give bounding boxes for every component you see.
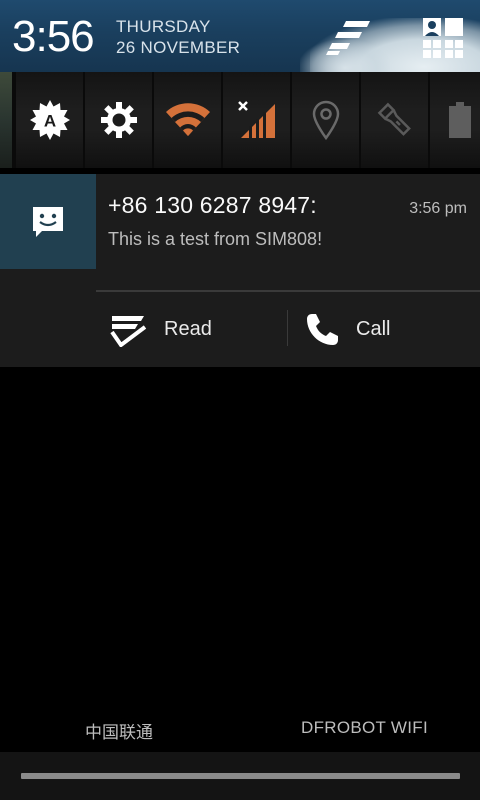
qs-tile-location[interactable] — [292, 72, 359, 168]
notification-settings-button[interactable] — [326, 18, 372, 58]
notification-message: This is a test from SIM808! — [108, 229, 323, 249]
qs-tile-mobile-data[interactable] — [223, 72, 290, 168]
carrier-label: 中国联通 — [85, 723, 153, 742]
sms-notification[interactable]: +86 130 6287 8947: 3:56 pm This is a tes… — [0, 174, 480, 367]
settings-gear-icon — [100, 102, 137, 138]
call-button-label: Call — [356, 318, 391, 340]
read-button[interactable]: Read — [108, 292, 288, 367]
message-bubble-icon — [33, 206, 63, 237]
phone-icon — [307, 313, 338, 345]
svg-text:A: A — [43, 112, 55, 131]
notification-settings-icon — [326, 21, 370, 55]
notification-shade: 3:56 THURSDAY 26 NOVEMBER A +86 130 6287… — [0, 0, 480, 800]
call-button[interactable]: Call — [304, 292, 474, 367]
read-button-label: Read — [164, 318, 212, 340]
mobile-signal-icon — [237, 101, 275, 138]
notification-app-icon — [0, 174, 96, 269]
action-divider — [287, 310, 288, 346]
shade-drag-handle[interactable] — [21, 773, 460, 779]
qs-tile-settings[interactable] — [85, 72, 152, 168]
quick-settings-row: A — [0, 72, 480, 168]
qs-tile-wifi[interactable] — [154, 72, 221, 168]
notification-sender: +86 130 6287 8947: — [108, 192, 317, 218]
qs-tile-battery[interactable] — [430, 72, 480, 168]
qs-tile-flashlight[interactable] — [361, 72, 428, 168]
day-label: THURSDAY — [116, 17, 211, 36]
quick-settings-edge — [0, 72, 12, 168]
read-icon — [110, 315, 147, 347]
date-label: 26 NOVEMBER — [116, 38, 241, 57]
shade-header: 3:56 THURSDAY 26 NOVEMBER — [0, 0, 480, 72]
battery-icon — [449, 102, 471, 138]
wifi-network-label: DFROBOT WIFI — [301, 718, 428, 737]
auto-brightness-icon: A — [29, 100, 70, 140]
flashlight-icon — [377, 102, 411, 136]
quick-settings-grid-button[interactable] — [420, 18, 466, 58]
clock: 3:56 — [12, 12, 95, 61]
notification-time: 3:56 pm — [409, 200, 467, 217]
location-icon — [312, 100, 339, 140]
quick-settings-grid-icon — [423, 18, 463, 58]
shade-bottom — [0, 752, 480, 800]
wifi-icon — [165, 103, 210, 136]
qs-tile-auto-brightness[interactable]: A — [16, 72, 83, 168]
